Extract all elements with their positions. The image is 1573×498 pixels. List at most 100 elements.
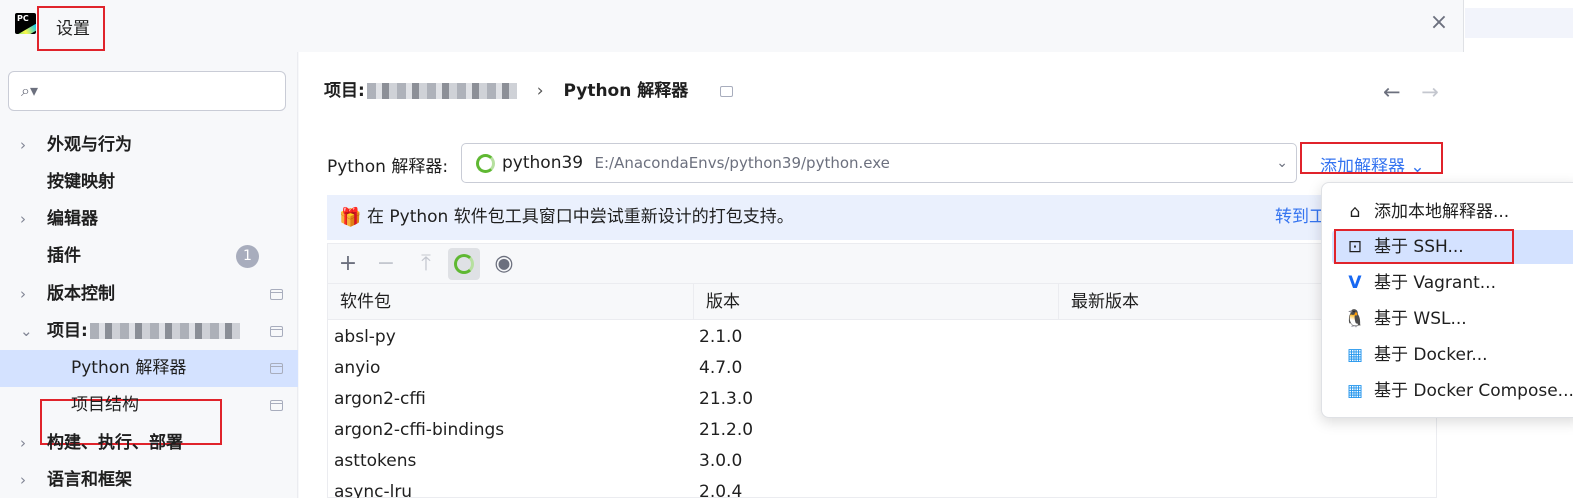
conda-icon — [454, 254, 474, 274]
sidebar-item-languages[interactable]: › 语言和框架 — [0, 462, 298, 498]
docker-compose-icon: ▦ — [1346, 381, 1364, 401]
table-row[interactable]: async-lru 2.0.4 — [328, 477, 1438, 498]
packages-toolbar: + − ⤒ ◉ — [328, 244, 1438, 284]
sidebar-item-label: 项目结构 — [71, 395, 139, 415]
sidebar-item-editor[interactable]: › 编辑器 — [0, 201, 298, 238]
package-name: anyio — [334, 358, 381, 378]
project-scope-icon — [270, 289, 283, 300]
breadcrumb-project[interactable]: 项目: — [324, 81, 365, 101]
table-row[interactable]: absl-py 2.1.0 — [328, 322, 1438, 353]
package-version: 2.1.0 — [699, 327, 743, 347]
project-scope-icon — [270, 363, 283, 374]
home-icon: ⌂ — [1349, 202, 1361, 222]
package-version: 3.0.0 — [699, 451, 743, 471]
add-interpreter-menu: ⌂ 添加本地解释器... ⊡ 基于 SSH... V 基于 Vagrant...… — [1321, 182, 1573, 418]
python-env-icon — [476, 154, 495, 173]
docker-icon: ▦ — [1346, 345, 1364, 365]
sidebar-item-build[interactable]: › 构建、执行、部署 — [0, 425, 298, 462]
search-input[interactable]: ⌕▾ — [8, 71, 286, 111]
sidebar-item-label: 编辑器 — [47, 209, 98, 229]
interpreter-path: E:/AnacondaEnvs/python39/python.exe — [594, 154, 890, 172]
conda-toggle-icon[interactable] — [448, 248, 480, 280]
menu-item-label: 基于 WSL... — [1374, 309, 1467, 329]
sidebar-item-project-structure[interactable]: 项目结构 — [0, 387, 298, 424]
menu-item-docker-compose[interactable]: ▦ 基于 Docker Compose... — [1332, 374, 1573, 408]
package-name: async-lru — [334, 482, 413, 498]
package-version: 4.7.0 — [699, 358, 743, 378]
package-name: argon2-cffi — [334, 389, 426, 409]
settings-dialog: PC 设置 × ⌕▾ › 外观与行为 按键映射 › 编辑器 插件 1 › 版本控… — [0, 0, 1464, 498]
menu-item-label: 基于 Docker... — [1374, 345, 1488, 365]
menu-item-vagrant[interactable]: V 基于 Vagrant... — [1332, 266, 1573, 300]
sidebar-item-vcs[interactable]: › 版本控制 — [0, 276, 298, 313]
project-scope-icon — [720, 85, 734, 97]
gift-icon: 🎁 — [339, 207, 362, 228]
highlight-box-add-interpreter — [1300, 142, 1443, 174]
table-row[interactable]: argon2-cffi-bindings 21.2.0 — [328, 415, 1438, 446]
menu-item-label: 基于 Docker Compose... — [1374, 381, 1573, 401]
update-count-badge: 1 — [236, 245, 259, 268]
banner-link[interactable]: 转到工 — [1275, 195, 1326, 240]
sidebar-item-label: 语言和框架 — [47, 470, 132, 490]
sidebar-item-label: 构建、执行、部署 — [47, 433, 183, 453]
project-scope-icon — [270, 400, 283, 411]
page-title: Python 解释器 — [563, 81, 689, 101]
sidebar-item-appearance[interactable]: › 外观与行为 — [0, 127, 298, 164]
chevron-down-icon: ⌄ — [1276, 155, 1288, 171]
chevron-right-icon: › — [20, 210, 26, 228]
info-banner: 🎁 在 Python 软件包工具窗口中尝试重新设计的打包支持。 转到工 — [327, 195, 1437, 240]
upgrade-package-icon[interactable]: ⤒ — [410, 248, 442, 280]
package-name: absl-py — [334, 327, 396, 347]
chevron-right-icon: › — [20, 136, 26, 154]
breadcrumb: 项目: › Python 解释器 — [324, 80, 734, 102]
sidebar-item-plugins[interactable]: 插件 1 — [0, 238, 298, 275]
chevron-right-icon: › — [20, 471, 26, 489]
package-version: 21.2.0 — [699, 420, 754, 440]
interpreter-name: python39 — [502, 153, 584, 173]
table-row[interactable]: anyio 4.7.0 — [328, 353, 1438, 384]
redacted-project-name — [366, 83, 517, 99]
interpreter-label: Python 解释器: — [327, 157, 449, 177]
package-version: 21.3.0 — [699, 389, 754, 409]
redacted-project-name — [89, 323, 240, 339]
sidebar-item-project[interactable]: ⌄ 项目: — [0, 313, 298, 350]
vagrant-icon: V — [1348, 273, 1362, 293]
chevron-down-icon: ⌄ — [20, 322, 33, 340]
background-strip — [1465, 8, 1573, 38]
add-package-icon[interactable]: + — [332, 248, 364, 280]
title-bar: PC 设置 × — [0, 0, 1464, 52]
highlight-box-ssh — [1334, 229, 1514, 264]
sidebar-item-label: 按键映射 — [47, 172, 115, 192]
packages-panel: + − ⤒ ◉ 软件包 版本 最新版本 absl-py 2.1.0 anyio … — [327, 243, 1438, 498]
banner-text: 在 Python 软件包工具窗口中尝试重新设计的打包支持。 — [367, 207, 794, 227]
sidebar-item-label: 版本控制 — [47, 284, 115, 304]
sidebar-item-label: 项目: — [47, 313, 240, 350]
column-header-package[interactable]: 软件包 — [328, 284, 693, 320]
breadcrumb-separator: › — [536, 81, 544, 101]
table-row[interactable]: asttokens 3.0.0 — [328, 446, 1438, 477]
chevron-right-icon: › — [20, 285, 26, 303]
back-arrow-icon[interactable]: ← — [1383, 80, 1401, 104]
close-icon[interactable]: × — [1428, 12, 1450, 34]
forward-arrow-icon[interactable]: → — [1421, 80, 1439, 104]
show-early-releases-icon[interactable]: ◉ — [488, 248, 520, 280]
highlight-box-title — [37, 6, 105, 51]
history-nav: ← → — [1383, 80, 1453, 104]
menu-item-local-interpreter[interactable]: ⌂ 添加本地解释器... — [1332, 195, 1573, 229]
project-label: 项目: — [47, 321, 88, 341]
sidebar-item-label: 插件 — [47, 246, 81, 266]
table-row[interactable]: argon2-cffi 21.3.0 — [328, 384, 1438, 415]
sidebar-item-python-interpreter[interactable]: Python 解释器 — [0, 350, 298, 387]
interpreter-select[interactable]: python39 E:/AnacondaEnvs/python39/python… — [461, 143, 1297, 183]
package-name: asttokens — [334, 451, 417, 471]
sidebar-item-keymap[interactable]: 按键映射 — [0, 164, 298, 201]
menu-item-wsl[interactable]: 🐧 基于 WSL... — [1332, 302, 1573, 336]
remove-package-icon[interactable]: − — [370, 248, 402, 280]
project-scope-icon — [270, 326, 283, 337]
content-panel: 项目: › Python 解释器 ← → Python 解释器: python3… — [299, 52, 1464, 498]
search-icon: ⌕▾ — [21, 81, 38, 100]
sidebar: ⌕▾ › 外观与行为 按键映射 › 编辑器 插件 1 › 版本控制 ⌄ 项目: … — [0, 52, 298, 498]
column-header-version[interactable]: 版本 — [693, 284, 1058, 320]
sidebar-item-label: 外观与行为 — [47, 135, 132, 155]
menu-item-docker[interactable]: ▦ 基于 Docker... — [1332, 338, 1573, 372]
